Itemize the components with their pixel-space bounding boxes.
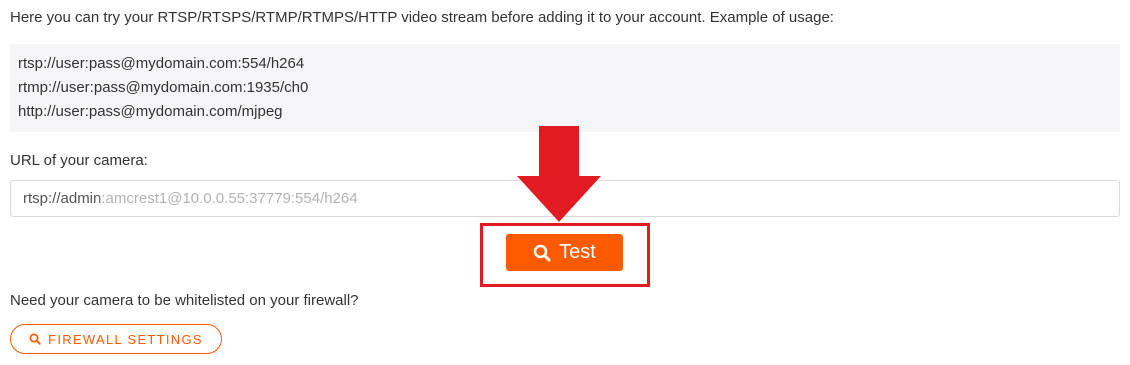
usage-examples-box: rtsp://user:pass@mydomain.com:554/h264 r… bbox=[10, 44, 1120, 132]
firewall-settings-label: FIREWALL SETTINGS bbox=[48, 331, 203, 347]
stream-tester-page: Here you can try your RTSP/RTSPS/RTMP/RT… bbox=[0, 0, 1130, 365]
firewall-question: Need your camera to be whitelisted on yo… bbox=[10, 292, 359, 309]
test-button[interactable]: Test bbox=[506, 234, 623, 271]
search-icon bbox=[533, 244, 551, 262]
example-http: http://user:pass@mydomain.com/mjpeg bbox=[18, 103, 283, 120]
camera-url-label: URL of your camera: bbox=[10, 152, 148, 169]
example-rtsp: rtsp://user:pass@mydomain.com:554/h264 bbox=[18, 55, 305, 72]
intro-text: Here you can try your RTSP/RTSPS/RTMP/RT… bbox=[10, 9, 834, 26]
down-arrow-annotation bbox=[517, 126, 601, 222]
test-button-label: Test bbox=[559, 241, 596, 263]
example-rtmp: rtmp://user:pass@mydomain.com:1935/ch0 bbox=[18, 79, 309, 96]
search-icon bbox=[29, 333, 41, 345]
firewall-settings-button[interactable]: FIREWALL SETTINGS bbox=[10, 324, 222, 354]
